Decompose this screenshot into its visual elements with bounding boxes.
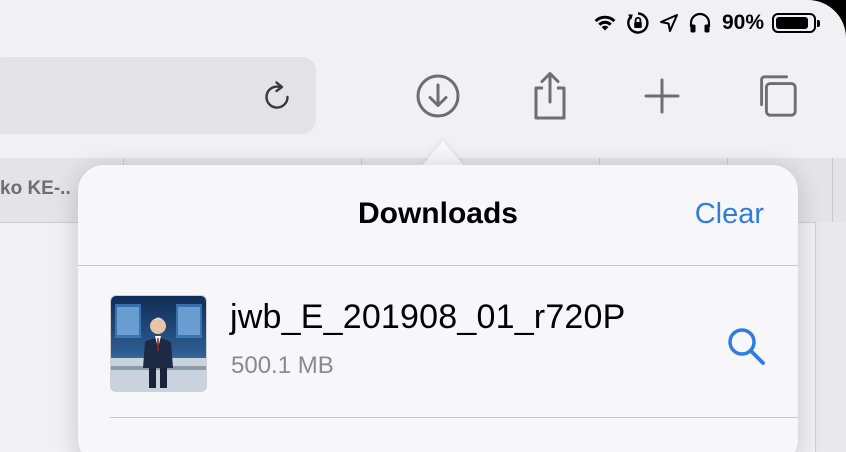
popover-title: Downloads: [357, 197, 518, 230]
wifi-icon: [594, 15, 616, 31]
headphones-icon: [689, 12, 711, 33]
tab-title[interactable]: ko KE-..: [0, 178, 71, 200]
download-item[interactable]: jwb_E_201908_01_r720P 500.1 MB: [78, 266, 798, 418]
page-content-edge: [815, 222, 846, 452]
screen: 90% ko KE-.. Downloads Clear jwb_E_20190…: [0, 0, 846, 452]
download-filesize: 500.1 MB: [231, 352, 334, 379]
battery-percentage: 90%: [721, 11, 764, 34]
popover-arrow: [421, 141, 465, 167]
downloads-button[interactable]: [414, 70, 462, 122]
battery-icon: [772, 13, 820, 33]
status-bar: 90%: [592, 8, 820, 38]
new-tab-icon: [644, 78, 680, 114]
tabs-overview-button[interactable]: [752, 70, 800, 122]
reload-icon[interactable]: [260, 80, 294, 114]
tab-separator: [832, 158, 833, 222]
download-filename: jwb_E_201908_01_r720P: [230, 298, 626, 336]
magnifier-icon[interactable]: [724, 324, 768, 368]
share-icon: [534, 72, 566, 120]
downloads-icon: [416, 74, 460, 118]
downloads-popover: Downloads Clear jwb_E_201908_01_r720P 50…: [78, 165, 798, 452]
video-thumbnail: [110, 295, 207, 392]
location-icon: [659, 14, 678, 32]
clear-button[interactable]: Clear: [695, 198, 764, 231]
row-divider: [110, 417, 798, 418]
battery-level: [776, 17, 809, 29]
tabs-icon: [760, 75, 797, 117]
new-tab-button[interactable]: [638, 70, 686, 122]
rotation-lock-icon: [627, 12, 649, 34]
share-button[interactable]: [526, 70, 574, 122]
